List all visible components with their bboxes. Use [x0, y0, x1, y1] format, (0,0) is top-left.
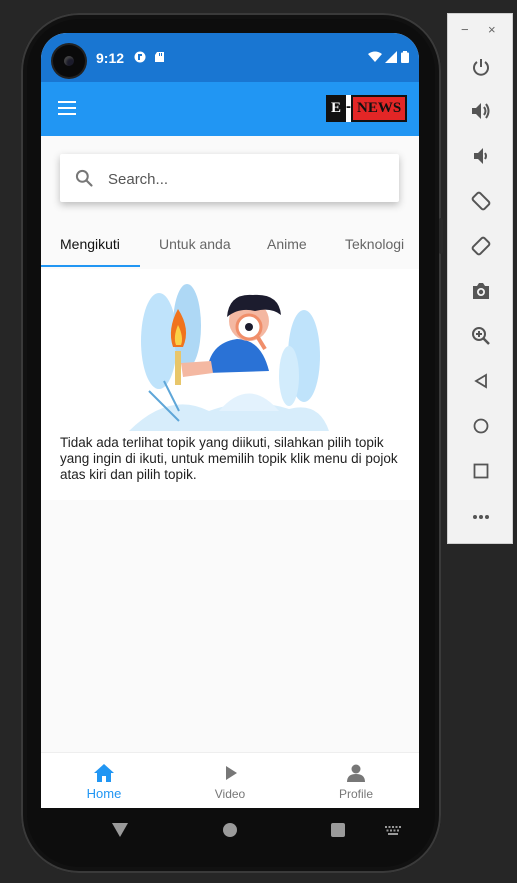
back-triangle-icon[interactable] — [112, 823, 128, 837]
tab-teknologi[interactable]: Teknologi — [345, 236, 404, 252]
tab-mengikuti[interactable]: Mengikuti — [60, 236, 120, 252]
nav-home-label: Home — [86, 786, 122, 801]
volume-down-icon[interactable] — [467, 142, 495, 170]
search-bar[interactable] — [60, 154, 399, 202]
nav-profile-label: Profile — [338, 787, 373, 801]
front-camera — [53, 45, 85, 77]
nav-video-label: Video — [214, 787, 246, 801]
home-icon — [94, 764, 114, 782]
menu-icon[interactable] — [58, 101, 76, 116]
tab-untuk-anda[interactable]: Untuk anda — [159, 236, 231, 252]
bottom-navigation: Home Video Profile — [41, 752, 419, 808]
home-icon[interactable] — [467, 412, 495, 440]
logo-e: E — [326, 95, 347, 122]
search-icon — [75, 169, 93, 187]
zoom-icon[interactable] — [467, 322, 495, 350]
recents-square-icon[interactable] — [331, 823, 345, 837]
empty-state-message: Tidak ada terlihat topik yang diikuti, s… — [60, 435, 398, 482]
topic-tabs: Mengikuti Untuk anda Anime Teknologi — [41, 223, 419, 269]
e-news-logo: E - NEWS — [326, 95, 408, 122]
empty-state: Tidak ada terlihat topik yang diikuti, s… — [41, 269, 419, 500]
rotate-left-icon[interactable] — [467, 187, 495, 215]
sd-card-icon — [155, 52, 164, 62]
back-icon[interactable] — [467, 367, 495, 395]
keyboard-icon[interactable] — [385, 826, 401, 835]
home-circle-icon[interactable] — [223, 823, 237, 837]
notification-app-icon — [134, 51, 146, 63]
system-navigation-bar — [41, 808, 419, 852]
logo-news: NEWS — [351, 95, 408, 122]
close-icon[interactable]: × — [488, 22, 496, 37]
device-side-button — [439, 218, 443, 254]
overview-icon[interactable] — [467, 457, 495, 485]
signal-icon — [385, 51, 397, 63]
status-time: 9:12 — [96, 50, 125, 66]
camera-icon[interactable] — [467, 277, 495, 305]
search-input[interactable] — [106, 164, 390, 194]
volume-up-icon[interactable] — [467, 97, 495, 125]
more-icon[interactable] — [467, 503, 495, 531]
nav-home[interactable]: Home — [41, 753, 167, 808]
emulator-toolbar: − × — [447, 13, 513, 544]
tab-anime[interactable]: Anime — [267, 236, 307, 252]
play-icon — [226, 766, 237, 780]
rotate-right-icon[interactable] — [467, 232, 495, 260]
battery-icon — [401, 51, 409, 63]
wifi-icon — [368, 51, 382, 62]
power-icon[interactable] — [467, 53, 495, 81]
status-bar: 9:12 — [41, 33, 419, 82]
nav-profile[interactable]: Profile — [293, 753, 419, 808]
minimize-icon[interactable]: − — [461, 22, 469, 37]
active-tab-indicator — [41, 265, 140, 267]
device-screen: 9:12 E - NEWS Search... Mengikuti Untuk … — [41, 33, 419, 808]
app-bar: E - NEWS — [41, 82, 419, 136]
nav-video[interactable]: Video — [167, 753, 293, 808]
search-empty-illustration — [129, 284, 329, 431]
person-icon — [347, 764, 365, 782]
